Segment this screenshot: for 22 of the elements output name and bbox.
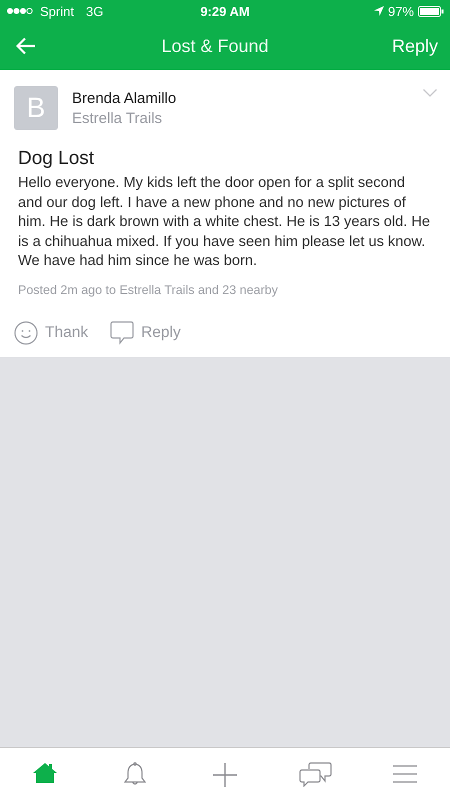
bell-icon[interactable]	[122, 762, 148, 786]
back-arrow-icon	[16, 37, 36, 55]
location-icon	[374, 6, 384, 16]
battery-icon	[418, 6, 444, 16]
network-type: 3G	[86, 4, 104, 18]
screen-title: Lost & Found	[161, 36, 269, 56]
back-button[interactable]	[14, 35, 38, 57]
battery-percent: 97%	[388, 4, 414, 18]
reply-button[interactable]: Reply	[392, 36, 438, 56]
thank-button[interactable]: Thank	[14, 320, 88, 344]
carrier-name: Sprint	[40, 4, 74, 18]
author-name[interactable]: Brenda Alamillo	[72, 90, 409, 107]
chat-bubbles-icon[interactable]	[298, 762, 332, 786]
reply-button[interactable]: Reply	[110, 320, 181, 344]
clock-time: 9:29 AM	[199, 4, 251, 18]
post-meta: Posted 2m ago to Estrella Trails and 23 nearby	[18, 282, 279, 296]
plus-icon[interactable]	[212, 762, 238, 786]
post-title: Dog Lost	[18, 148, 96, 170]
smiley-icon	[14, 320, 38, 344]
neighborhood-name[interactable]: Estrella Trails	[72, 110, 409, 127]
speech-bubble-icon	[110, 320, 134, 344]
post-body: Hello everyone. My kids left the door open for a split second and our dog left. I have a new phone and no new pictures of him. He is dark brown with a white chest. He is 13 years old. He is a chihuahua mixed. If you have seen him please let us know. We have had him since he was born.	[18, 174, 432, 271]
